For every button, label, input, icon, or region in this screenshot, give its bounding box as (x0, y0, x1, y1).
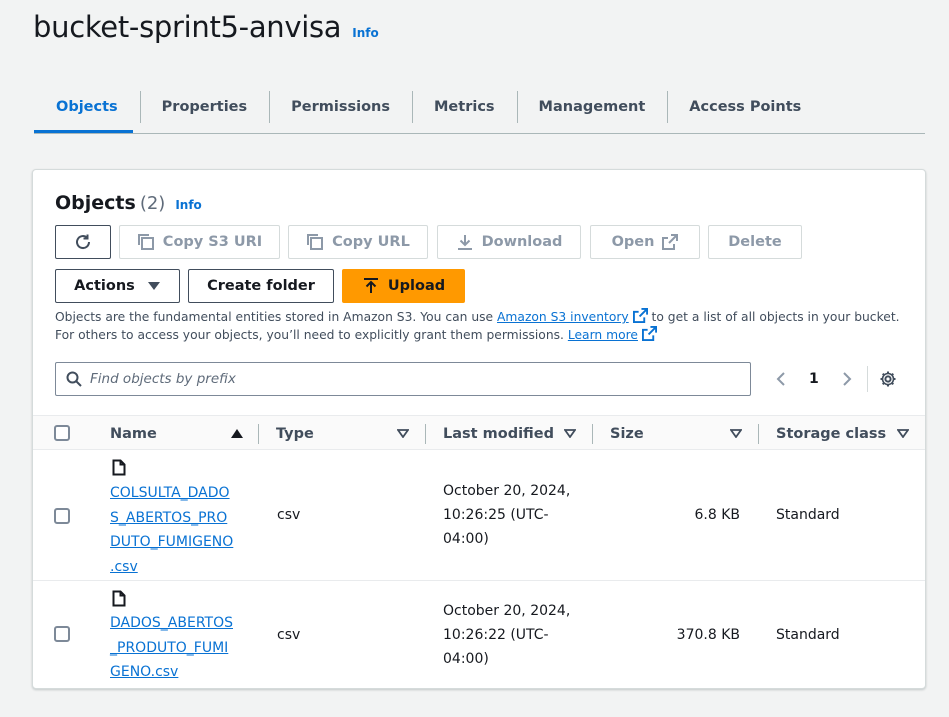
sort-caret-icon[interactable] (564, 429, 576, 438)
row-checkbox[interactable] (54, 626, 70, 642)
objects-panel-header: Objects (2) Info (55, 192, 202, 214)
open-button[interactable]: Open (590, 225, 700, 259)
tab-metrics[interactable]: Metrics (412, 85, 517, 129)
download-icon (457, 235, 472, 250)
copy-s3-uri-button[interactable]: Copy S3 URI (119, 225, 280, 259)
copy-icon (137, 234, 154, 250)
file-icon (112, 459, 126, 476)
bucket-tabs: Objects Properties Permissions Metrics M… (34, 80, 925, 134)
table-row: COLSULTA_DADO S_ABERTOS_PRO DUTO_FUMIGEN… (33, 450, 925, 581)
bucket-info-link[interactable]: Info (352, 26, 378, 40)
objects-description: Objects are the fundamental entities sto… (55, 308, 910, 344)
sort-caret-icon[interactable] (397, 429, 409, 438)
column-divider (425, 424, 426, 444)
column-header-last-modified[interactable]: Last modified (443, 416, 554, 451)
external-link-icon (641, 326, 657, 341)
column-header-size[interactable]: Size (610, 416, 644, 451)
gear-icon[interactable] (879, 370, 897, 388)
tab-management[interactable]: Management (516, 85, 668, 129)
page-header: bucket-sprint5-anvisa Info (33, 10, 379, 44)
delete-button[interactable]: Delete (708, 225, 802, 259)
search-icon (66, 371, 82, 387)
pager-divider (867, 366, 868, 392)
column-divider (258, 424, 259, 444)
objects-panel: Objects (2) Info Copy S3 URI Copy URL Do… (32, 169, 926, 689)
object-size: 6.8 KB (694, 507, 741, 523)
objects-count: (2) (139, 193, 166, 214)
copy-s3-uri-label: Copy S3 URI (162, 234, 263, 250)
tab-properties[interactable]: Properties (139, 85, 269, 129)
create-folder-button[interactable]: Create folder (188, 269, 334, 303)
search-input[interactable] (90, 371, 730, 387)
objects-title: Objects (55, 192, 136, 214)
object-storage-class: Standard (776, 627, 840, 643)
description-text-1: Objects are the fundamental entities sto… (55, 310, 498, 324)
column-header-storage-class[interactable]: Storage class (776, 416, 886, 451)
object-name-link[interactable]: DADOS_ABERTOS _PRODUTO_FUMI GENO.csv (110, 611, 250, 685)
bucket-title: bucket-sprint5-anvisa (33, 10, 342, 44)
column-header-name[interactable]: Name (110, 416, 157, 451)
external-link-icon (632, 308, 648, 323)
copy-url-button[interactable]: Copy URL (288, 225, 428, 259)
object-type: csv (277, 507, 301, 523)
select-all-checkbox[interactable] (54, 425, 70, 441)
download-label: Download (481, 234, 563, 250)
upload-button[interactable]: Upload (342, 269, 465, 303)
refresh-button[interactable] (55, 225, 111, 259)
table-header: Name Type Last modified Size Storage cla… (33, 415, 925, 450)
learn-more-link[interactable]: Learn more (568, 328, 638, 342)
column-divider (592, 424, 593, 444)
row-checkbox[interactable] (54, 508, 70, 524)
active-tab-indicator (34, 130, 133, 133)
upload-icon (363, 278, 378, 293)
chevron-right-icon[interactable] (841, 371, 853, 387)
objects-table: Name Type Last modified Size Storage cla… (33, 415, 925, 689)
current-page-number[interactable]: 1 (809, 371, 819, 387)
sort-caret-icon[interactable] (897, 429, 909, 438)
open-label: Open (611, 234, 655, 250)
object-name-link[interactable]: COLSULTA_DADO S_ABERTOS_PRO DUTO_FUMIGEN… (110, 481, 250, 579)
delete-label: Delete (728, 234, 782, 250)
column-header-type[interactable]: Type (276, 416, 314, 451)
create-folder-label: Create folder (207, 278, 315, 294)
copy-icon (307, 234, 324, 250)
object-last-modified: October 20, 2024, 10:26:25 (UTC- 04:00) (443, 483, 571, 547)
column-divider (758, 424, 759, 444)
s3-inventory-link[interactable]: Amazon S3 inventory (497, 310, 629, 324)
actions-dropdown-button[interactable]: Actions (55, 269, 180, 303)
tab-access-points[interactable]: Access Points (667, 85, 823, 129)
object-storage-class: Standard (776, 507, 840, 523)
pagination: 1 (775, 366, 853, 392)
caret-down-icon (147, 282, 160, 290)
download-button[interactable]: Download (437, 225, 581, 259)
chevron-left-icon[interactable] (775, 371, 787, 387)
table-row: DADOS_ABERTOS _PRODUTO_FUMI GENO.csv csv… (33, 581, 925, 689)
tab-permissions[interactable]: Permissions (269, 85, 412, 129)
objects-info-link[interactable]: Info (175, 198, 201, 212)
object-type: csv (277, 627, 301, 643)
object-search-box[interactable] (55, 362, 751, 396)
tab-objects[interactable]: Objects (34, 85, 140, 129)
copy-url-label: Copy URL (332, 234, 410, 250)
upload-label: Upload (387, 278, 446, 294)
sort-caret-icon[interactable] (730, 429, 742, 438)
object-size: 370.8 KB (676, 627, 740, 643)
object-last-modified: October 20, 2024, 10:26:22 (UTC- 04:00) (443, 603, 571, 667)
refresh-icon (76, 234, 91, 250)
file-icon (112, 590, 126, 607)
actions-label: Actions (74, 278, 135, 294)
sort-ascending-icon[interactable] (231, 429, 243, 438)
external-link-icon (662, 234, 679, 250)
